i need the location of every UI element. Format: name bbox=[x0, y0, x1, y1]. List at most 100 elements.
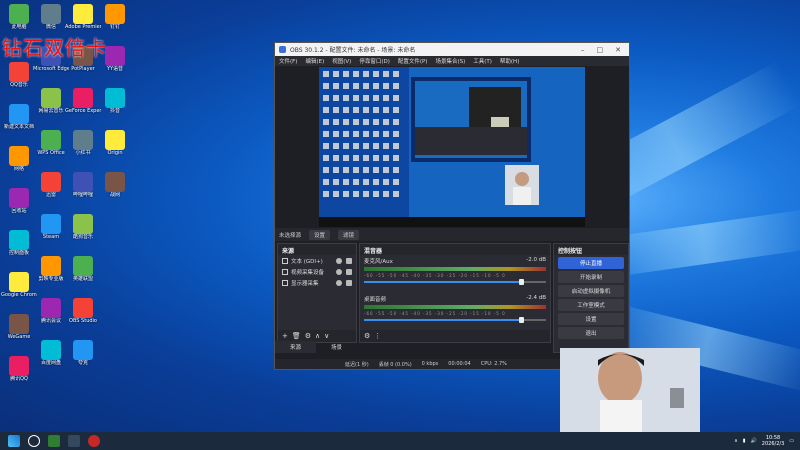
desktop-icon[interactable]: GeForce Experience bbox=[65, 88, 101, 114]
notification-icon[interactable]: ▭ bbox=[789, 438, 794, 444]
virtual-camera-button[interactable]: 启动虚拟摄像机 bbox=[558, 285, 624, 297]
desktop-icon[interactable]: Steam bbox=[36, 214, 66, 240]
maximize-icon[interactable]: □ bbox=[597, 46, 604, 54]
visibility-icon[interactable] bbox=[336, 279, 342, 286]
controls-header: 控制按钮 bbox=[554, 244, 628, 255]
desktop-icon[interactable]: 百度网盘 bbox=[36, 340, 66, 366]
desktop-icon-label: 酷狗音乐 bbox=[72, 234, 93, 240]
volume-slider[interactable] bbox=[364, 317, 546, 323]
move-up-icon[interactable]: ∧ bbox=[315, 332, 320, 340]
mixer-header: 混音器 bbox=[360, 244, 550, 255]
desktop-icon[interactable]: Origin bbox=[100, 130, 130, 156]
visibility-icon[interactable] bbox=[336, 257, 342, 264]
menu-view[interactable]: 视图(V) bbox=[332, 57, 351, 65]
desktop-icon[interactable]: 酷狗音乐 bbox=[68, 214, 98, 240]
desktop-icon[interactable]: 哔哩哔哩 bbox=[68, 172, 98, 198]
chevron-up-icon[interactable]: ∧ bbox=[734, 438, 738, 444]
close-icon[interactable]: ✕ bbox=[615, 46, 621, 54]
desktop-icon[interactable]: 钉钉 bbox=[100, 4, 130, 30]
lock-icon[interactable] bbox=[346, 268, 352, 275]
audio-meter bbox=[364, 267, 546, 271]
mixer-channel: 麦克风/Aux -2.0 dB -60 -55 -50 -45 -40 -35 … bbox=[360, 255, 550, 285]
add-icon[interactable]: + bbox=[282, 332, 288, 340]
desktop-icon-label: 微信 bbox=[45, 24, 56, 30]
network-icon[interactable]: ▮ bbox=[743, 438, 746, 444]
obs-window[interactable]: OBS 30.1.2 - 配置文件: 未命名 - 场景: 未命名 – □ ✕ 文… bbox=[274, 42, 630, 370]
menu-profile[interactable]: 配置文件(P) bbox=[398, 57, 428, 65]
stop-streaming-button[interactable]: 停止直播 bbox=[558, 257, 624, 269]
desktop-icon[interactable]: 此电脑 bbox=[4, 4, 34, 30]
search-icon[interactable] bbox=[28, 435, 40, 447]
settings-button[interactable]: 设置 bbox=[558, 313, 624, 325]
app-icon bbox=[73, 214, 93, 234]
filters-button[interactable]: 滤镜 bbox=[338, 229, 360, 240]
desktop-icon[interactable]: WeGame bbox=[4, 314, 34, 340]
desktop-icon[interactable]: 微信 bbox=[36, 4, 66, 30]
desktop-icon[interactable]: 网络 bbox=[4, 146, 34, 172]
desktop-icon[interactable]: 新建文本文档 bbox=[4, 104, 34, 130]
gear-icon[interactable]: ⚙ bbox=[305, 332, 311, 340]
properties-button[interactable]: 设置 bbox=[309, 229, 331, 240]
desktop-icon[interactable]: 迅雷 bbox=[36, 172, 66, 198]
obs-titlebar[interactable]: OBS 30.1.2 - 配置文件: 未命名 - 场景: 未命名 – □ ✕ bbox=[275, 43, 629, 56]
desktop-icon[interactable]: 剪映专业版 bbox=[36, 256, 66, 282]
desktop-icon[interactable]: 腾讯会议 bbox=[36, 298, 66, 324]
menu-tools[interactable]: 工具(T) bbox=[473, 57, 492, 65]
source-item[interactable]: 视频采集设备 bbox=[278, 266, 356, 277]
mixer-menu-icon[interactable]: ⋮ bbox=[374, 332, 381, 340]
menu-help[interactable]: 帮助(H) bbox=[500, 57, 519, 65]
studio-mode-button[interactable]: 工作室模式 bbox=[558, 299, 624, 311]
desktop-icon[interactable]: Google Chrome bbox=[1, 272, 37, 298]
mixer-dock: 混音器 麦克风/Aux -2.0 dB -60 -55 -50 -45 -40 … bbox=[359, 243, 551, 343]
app-icon bbox=[41, 172, 61, 192]
exit-button[interactable]: 退出 bbox=[558, 327, 624, 339]
source-item[interactable]: 文本 (GDI+) bbox=[278, 255, 356, 266]
menu-edit[interactable]: 编辑(E) bbox=[305, 57, 324, 65]
camera-source-icon bbox=[282, 268, 288, 275]
source-item[interactable]: 显示器采集 bbox=[278, 277, 356, 288]
taskbar: ∧ ▮ 🔊 10:58 2026/2/3 ▭ bbox=[0, 432, 800, 450]
lock-icon[interactable] bbox=[346, 257, 352, 264]
desktop-icon-label: 剪映专业版 bbox=[38, 276, 64, 282]
meter-ticks: -60 -55 -50 -45 -40 -35 -30 -25 -20 -15 … bbox=[364, 311, 506, 316]
menu-scene-collection[interactable]: 场景集合(S) bbox=[435, 57, 465, 65]
menu-docks[interactable]: 停靠窗口(D) bbox=[359, 57, 390, 65]
app-icon bbox=[9, 104, 29, 124]
desktop-icon[interactable]: 英雄联盟 bbox=[68, 256, 98, 282]
tab-sources[interactable]: 来源 bbox=[275, 341, 316, 353]
desktop-icon[interactable]: 网易云音乐 bbox=[36, 88, 66, 114]
app-icon bbox=[73, 298, 93, 318]
desktop-icon[interactable]: WPS Office bbox=[36, 130, 66, 156]
app-icon bbox=[9, 62, 29, 82]
start-icon[interactable] bbox=[8, 435, 20, 447]
obs-preview[interactable] bbox=[319, 67, 585, 227]
desktop-icon[interactable]: 抖音 bbox=[100, 88, 130, 114]
desktop-icon[interactable]: 夸克 bbox=[68, 340, 98, 366]
desktop-icon[interactable]: 腾讯QQ bbox=[4, 356, 34, 382]
volume-slider[interactable] bbox=[364, 279, 546, 285]
desktop-icon[interactable]: 控制面板 bbox=[4, 230, 34, 256]
lock-icon[interactable] bbox=[346, 279, 352, 286]
minimize-icon[interactable]: – bbox=[581, 46, 585, 54]
obs-taskbar-icon[interactable] bbox=[88, 435, 100, 447]
menu-file[interactable]: 文件(F) bbox=[279, 57, 297, 65]
desktop-icon[interactable]: QQ音乐 bbox=[4, 62, 34, 88]
clock[interactable]: 10:58 2026/2/3 bbox=[762, 435, 784, 447]
sources-header: 来源 bbox=[278, 244, 356, 255]
steam-icon[interactable] bbox=[68, 435, 80, 447]
visibility-icon[interactable] bbox=[336, 268, 342, 275]
app-icon bbox=[9, 4, 29, 24]
volume-icon[interactable]: 🔊 bbox=[751, 438, 757, 444]
desktop-icon[interactable]: 小红书 bbox=[68, 130, 98, 156]
desktop-icon[interactable]: OBS Studio bbox=[68, 298, 98, 324]
edge-icon[interactable] bbox=[48, 435, 60, 447]
trash-icon[interactable]: 🗑 bbox=[292, 332, 301, 340]
tab-scenes[interactable]: 场景 bbox=[316, 341, 357, 353]
start-recording-button[interactable]: 开始录制 bbox=[558, 271, 624, 283]
desktop-icon[interactable]: Adobe Premiere bbox=[65, 4, 101, 30]
desktop-icon[interactable]: 战网 bbox=[100, 172, 130, 198]
app-icon bbox=[41, 88, 61, 108]
mixer-gear-icon[interactable]: ⚙ bbox=[364, 332, 370, 340]
move-down-icon[interactable]: ∨ bbox=[324, 332, 329, 340]
desktop-icon[interactable]: 回收站 bbox=[4, 188, 34, 214]
